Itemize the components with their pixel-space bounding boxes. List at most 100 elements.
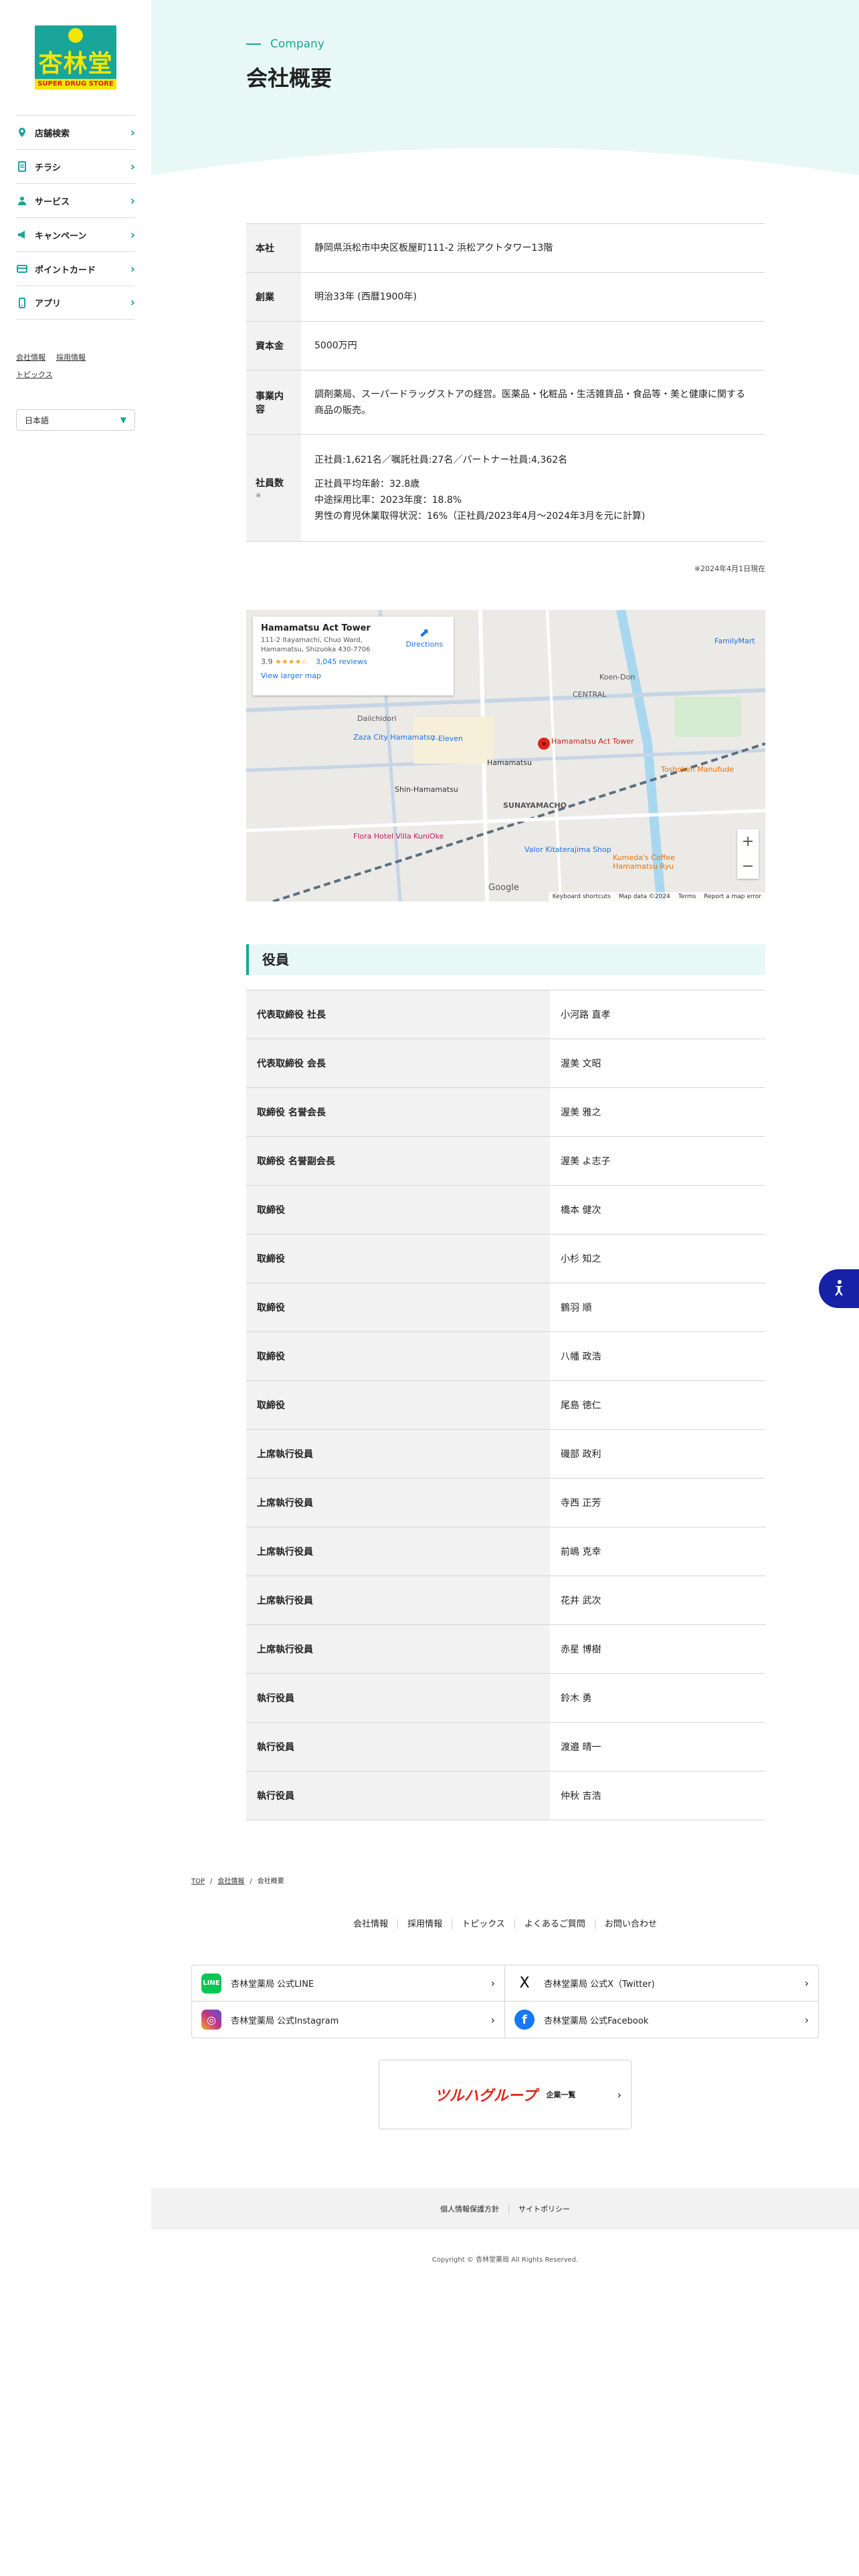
officer-role: 取締役 <box>246 1185 550 1235</box>
social-line-link[interactable]: LINE 杏林堂薬局 公式LINE › <box>192 1965 505 2002</box>
officer-role: 執行役員 <box>246 1673 550 1723</box>
nav-item-flyer[interactable]: チラシ › <box>16 149 135 183</box>
tsuruha-group-link[interactable]: ツルハグループ 企業一覧 › <box>379 2060 632 2129</box>
flyer-icon <box>16 160 28 173</box>
officer-name: 磯部 政利 <box>550 1429 765 1479</box>
map-label-flora: Flora Hotel Villa KuniOke <box>353 832 444 841</box>
officer-role: 執行役員 <box>246 1771 550 1820</box>
nav-item-app[interactable]: アプリ › <box>16 286 135 320</box>
logo-name: 杏林堂 <box>38 49 113 78</box>
x-icon: X <box>514 1973 535 1994</box>
footer-link-topics[interactable]: トピックス <box>452 1919 514 1929</box>
map-terms[interactable]: Terms <box>678 893 696 900</box>
officer-row: 代表取締役 会長 渥美 文昭 <box>246 1039 765 1088</box>
map-larger-link[interactable]: View larger map <box>261 671 446 680</box>
line-icon: LINE <box>201 1973 221 1994</box>
hero-subtitle: Company <box>246 37 324 51</box>
info-row-hq: 本社 静岡県浜松市中央区板屋町111-2 浜松アクトタワー13階 <box>246 223 765 273</box>
officer-name: 尾島 徳仁 <box>550 1380 765 1430</box>
footer-link-company[interactable]: 会社情報 <box>344 1919 397 1929</box>
social-x-link[interactable]: X 杏林堂薬局 公式X（Twitter) › <box>505 1965 818 2002</box>
info-value: 明治33年 (西暦1900年) <box>301 272 765 322</box>
officer-role: 取締役 名誉会長 <box>246 1087 550 1137</box>
chevron-right-icon: › <box>804 1977 809 1990</box>
map-label-zaza: Zaza City Hamamatsu <box>353 733 436 742</box>
map-label-toshoken: Toshoken Manufude <box>661 765 734 774</box>
officer-role: 代表取締役 社長 <box>246 990 550 1039</box>
officer-role: 上席執行役員 <box>246 1624 550 1674</box>
info-label: 創業 <box>246 272 301 322</box>
privacy-policy-link[interactable]: 個人情報保護方針 <box>431 2204 508 2214</box>
info-row-founded: 創業 明治33年 (西暦1900年) <box>246 272 765 322</box>
officer-name: 赤星 博樹 <box>550 1624 765 1674</box>
chevron-right-icon: › <box>490 2013 495 2026</box>
info-row-business: 事業内容 調剤薬局、スーパードラッグストアの経営。医薬品・化粧品・生活雑貨品・食… <box>246 370 765 435</box>
footer-link-faq[interactable]: よくあるご質問 <box>514 1919 595 1929</box>
nav-item-label: 店舗検索 <box>35 128 70 139</box>
map-reviews-link[interactable]: 3,045 reviews <box>316 657 367 666</box>
nav-item-service[interactable]: サービス › <box>16 183 135 217</box>
hero-wave <box>151 148 859 194</box>
accessibility-button[interactable] <box>819 1269 859 1308</box>
sublink-recruit[interactable]: 採用情報 <box>56 353 86 362</box>
google-map[interactable]: Hamamatsu Hamamatsu Act Tower CENTRAL Ko… <box>246 610 765 901</box>
nav-item-label: アプリ <box>35 299 62 309</box>
officer-name: 花井 武次 <box>550 1576 765 1625</box>
info-label: 資本金 <box>246 321 301 370</box>
map-label-kumeda: Kumeda's Coffee Hamamatsu Ryu <box>613 853 675 871</box>
person-icon <box>16 195 28 207</box>
officer-name: 渥美 雅之 <box>550 1087 765 1137</box>
chevron-right-icon: › <box>130 227 135 242</box>
smartphone-icon <box>16 297 28 309</box>
map-label-hamamatsu: Hamamatsu <box>487 758 532 767</box>
language-select[interactable]: 日本語 ▼ <box>16 409 135 431</box>
officers-heading: 役員 <box>246 944 765 975</box>
officer-role: 上席執行役員 <box>246 1478 550 1527</box>
chevron-right-icon: › <box>130 296 135 310</box>
map-label-koen: Koen-Don <box>599 673 636 681</box>
sublink-company[interactable]: 会社情報 <box>16 353 45 362</box>
zoom-out-icon[interactable]: − <box>742 858 754 875</box>
sidebar-sublinks: 会社情報 採用情報 トピックス <box>16 349 143 384</box>
copyright: Copyright © 杏林堂薬局 All Rights Reserved. <box>432 2256 579 2264</box>
officer-name: 渥美 文昭 <box>550 1039 765 1088</box>
page-hero: Company 会社概要 <box>151 0 859 194</box>
site-policy-link[interactable]: サイトポリシー <box>508 2204 579 2214</box>
map-zoom-control: + − <box>737 829 759 879</box>
breadcrumb-top[interactable]: TOP <box>191 1878 205 1885</box>
employees-avg-age: 正社員平均年齢：32.8歳 <box>314 478 420 490</box>
nav-item-store-search[interactable]: 店舗検索 › <box>16 115 135 149</box>
megaphone-icon <box>16 229 28 241</box>
zoom-in-icon[interactable]: + <box>742 833 754 850</box>
info-row-employees: 社員数 ※ 正社員:1,621名／嘱託社員:27名／パートナー社員:4,362名… <box>246 434 765 542</box>
map-label-central: CENTRAL <box>573 690 607 699</box>
social-facebook-link[interactable]: f 杏林堂薬局 公式Facebook › <box>505 2002 818 2038</box>
map-keyboard-shortcuts[interactable]: Keyboard shortcuts <box>553 893 611 900</box>
breadcrumb-company[interactable]: 会社情報 <box>217 1878 244 1885</box>
officer-role: 取締役 <box>246 1331 550 1381</box>
officer-row: 上席執行役員 赤星 博樹 <box>246 1624 765 1674</box>
info-value: 静岡県浜松市中央区板屋町111-2 浜松アクトタワー13階 <box>301 223 765 273</box>
info-label: 社員数 ※ <box>246 434 301 542</box>
officer-name: 渡邉 晴一 <box>550 1722 765 1772</box>
map-label-tower: Hamamatsu Act Tower <box>551 737 634 746</box>
map-place-card: Hamamatsu Act Tower 111-2 Itayamachi, Ch… <box>253 617 454 695</box>
social-instagram-link[interactable]: ◎ 杏林堂薬局 公式Instagram › <box>192 2002 505 2038</box>
map-report-error[interactable]: Report a map error <box>704 893 761 900</box>
accessibility-icon <box>835 1280 843 1295</box>
officer-row: 取締役 名誉会長 渥美 雅之 <box>246 1087 765 1137</box>
nav-item-point-card[interactable]: ポイントカード › <box>16 251 135 286</box>
footer-link-recruit[interactable]: 採用情報 <box>397 1919 452 1929</box>
map-directions-button[interactable]: ⬈ Directions <box>406 626 443 649</box>
officer-row: 執行役員 渡邉 晴一 <box>246 1722 765 1772</box>
officer-name: 渥美 よ志子 <box>550 1136 765 1186</box>
social-label: 杏林堂薬局 公式Facebook <box>544 2016 649 2026</box>
footer-link-contact[interactable]: お問い合わせ <box>594 1919 666 1929</box>
tsuruha-group-logo: ツルハグループ <box>434 2088 537 2105</box>
nav-item-campaign[interactable]: キャンペーン › <box>16 217 135 251</box>
chevron-right-icon: › <box>490 1977 495 1990</box>
officer-row: 上席執行役員 花井 武次 <box>246 1576 765 1625</box>
sublink-topics[interactable]: トピックス <box>16 370 53 379</box>
logo[interactable]: 杏林堂 SUPER DRUG STORE <box>35 25 116 90</box>
chevron-right-icon: › <box>130 193 135 208</box>
